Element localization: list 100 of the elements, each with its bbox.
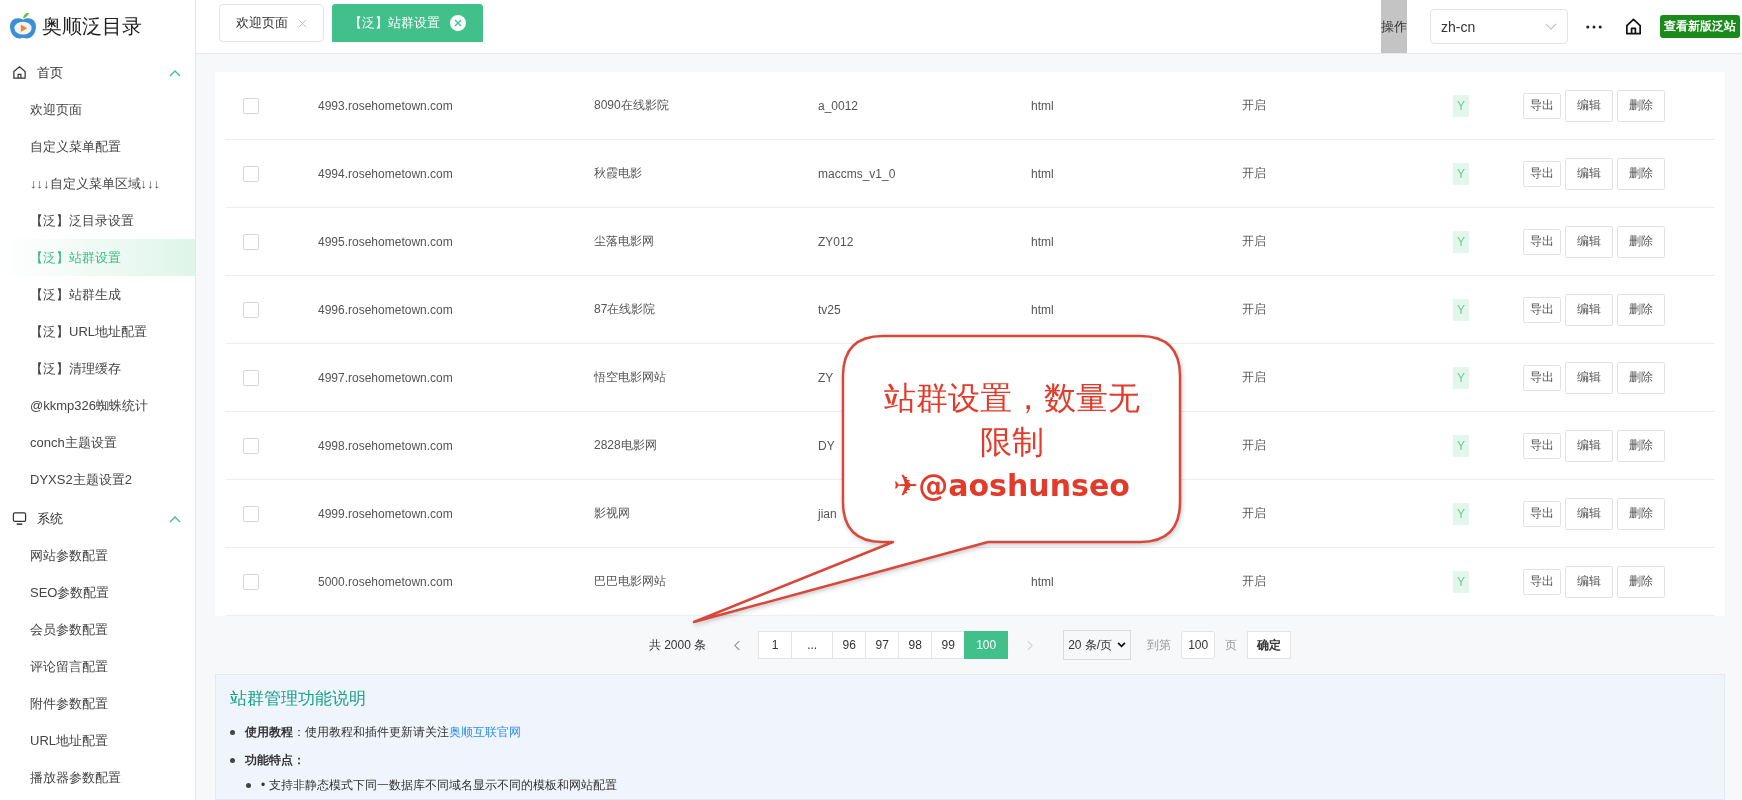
more-icon[interactable]	[1586, 24, 1602, 29]
sidebar-item[interactable]: 欢迎页面	[0, 91, 195, 128]
callout-text: 站群设置，数量无限制	[882, 377, 1141, 463]
status-tag: Y	[1453, 502, 1469, 525]
page-button[interactable]: 99	[931, 631, 966, 659]
action-button[interactable]: 导出	[1523, 160, 1561, 187]
table-cell-text: 开启	[1242, 505, 1267, 522]
home-icon[interactable]	[1624, 17, 1643, 36]
sidebar-item[interactable]: 自定义菜单配置	[0, 128, 195, 165]
action-button[interactable]: 编辑	[1565, 565, 1613, 598]
table-cell-text: 开启	[1242, 165, 1267, 182]
page-button[interactable]: 98	[898, 631, 933, 659]
sidebar-item[interactable]: 会员参数配置	[0, 611, 195, 648]
sidebar-item[interactable]: conch主题设置	[0, 424, 195, 461]
action-button[interactable]: 编辑	[1565, 497, 1613, 530]
sidebar-item[interactable]: SEO参数配置	[0, 574, 195, 611]
previous-page-icon[interactable]	[734, 639, 742, 651]
table-cell-text: 4998.rosehometown.com	[318, 438, 454, 453]
row-checkbox[interactable]	[243, 369, 259, 386]
sidebar-item[interactable]: @kkmp326蜘蛛统计	[0, 387, 195, 424]
action-button[interactable]: 编辑	[1565, 89, 1613, 122]
status-tag: Y	[1453, 434, 1469, 457]
action-button[interactable]: 导出	[1523, 364, 1561, 391]
action-button[interactable]: 删除	[1617, 429, 1665, 462]
caret-icon	[1545, 23, 1557, 30]
sidebar-item[interactable]: 附件参数配置	[0, 685, 195, 722]
page-size-select[interactable]: 20 条/页	[1063, 630, 1132, 660]
table-cell-text: 开启	[1242, 573, 1267, 590]
sidebar-item[interactable]: 【泛】清理缓存	[0, 350, 195, 387]
app-name: 奥顺泛目录	[42, 13, 142, 39]
action-button[interactable]: 删除	[1617, 497, 1665, 530]
table-cell: tv25	[818, 302, 841, 317]
next-page-icon[interactable]	[1026, 639, 1034, 651]
row-checkbox[interactable]	[243, 505, 259, 522]
status-tag: Y	[1453, 162, 1469, 185]
page-tab[interactable]: 欢迎页面	[219, 4, 324, 42]
close-icon[interactable]	[298, 18, 307, 28]
action-button[interactable]: 导出	[1523, 568, 1561, 595]
sidebar-item[interactable]: URL地址配置	[0, 722, 195, 759]
action-button[interactable]: 导出	[1523, 500, 1561, 527]
bullet-icon	[230, 729, 235, 735]
language-select[interactable]: zh-cn	[1430, 9, 1568, 44]
action-button[interactable]: 删除	[1617, 225, 1665, 258]
callout-handle: ✈@aoshunseo	[893, 467, 1130, 503]
action-button[interactable]: 删除	[1617, 565, 1665, 598]
goto-label: 到第	[1147, 636, 1172, 654]
table-cell-text: 4997.rosehometown.com	[318, 370, 454, 385]
table-cell: ZY012	[818, 234, 854, 249]
logo-icon	[8, 11, 38, 41]
page-button[interactable]: 1	[758, 631, 793, 659]
action-button[interactable]: 编辑	[1565, 361, 1613, 394]
sidebar-item[interactable]: 【泛】URL地址配置	[0, 313, 195, 350]
table-cell-text: 4994.rosehometown.com	[318, 166, 454, 181]
home-icon	[12, 65, 27, 80]
action-button[interactable]: 编辑	[1565, 429, 1613, 462]
row-checkbox[interactable]	[243, 97, 259, 114]
action-button[interactable]: 编辑	[1565, 225, 1613, 258]
table-cell-text: 4996.rosehometown.com	[318, 302, 454, 317]
action-button[interactable]: 删除	[1617, 293, 1665, 326]
bullet-icon	[246, 782, 251, 788]
page-button[interactable]: 96	[832, 631, 867, 659]
action-button[interactable]: 编辑	[1565, 157, 1613, 190]
new-version-button[interactable]: 查看新版泛站	[1660, 15, 1740, 38]
row-checkbox[interactable]	[243, 301, 259, 318]
page-button[interactable]: ...	[791, 631, 834, 659]
row-checkbox[interactable]	[243, 573, 259, 590]
row-checkbox[interactable]	[243, 233, 259, 250]
sidebar-item[interactable]: 播放器参数配置	[0, 759, 195, 796]
close-icon[interactable]	[450, 15, 466, 31]
row-checkbox[interactable]	[243, 437, 259, 454]
menu-group[interactable]: 首页	[0, 54, 195, 91]
sidebar-item[interactable]: 【泛】站群生成	[0, 276, 195, 313]
sidebar-item[interactable]: 【泛】泛目录设置	[0, 202, 195, 239]
action-button[interactable]: 导出	[1523, 228, 1561, 255]
menu-group[interactable]: 系统	[0, 500, 195, 537]
status-tag: Y	[1453, 230, 1469, 253]
action-button[interactable]: 导出	[1523, 432, 1561, 459]
action-button[interactable]: 编辑	[1565, 293, 1613, 326]
action-button[interactable]: 删除	[1617, 89, 1665, 122]
action-button[interactable]: 导出	[1523, 92, 1561, 119]
chevron-icon	[169, 514, 181, 523]
table-cell-text: 尘落电影网	[594, 233, 655, 250]
monitor-icon	[12, 511, 27, 526]
action-button[interactable]: 删除	[1617, 361, 1665, 394]
sidebar-item[interactable]: ↓↓↓自定义菜单区域↓↓↓	[0, 165, 195, 202]
sidebar-item[interactable]: 网站参数配置	[0, 537, 195, 574]
sidebar-item[interactable]: 评论留言配置	[0, 648, 195, 685]
status-tag: Y	[1453, 298, 1469, 321]
sidebar-item[interactable]: DYXS2主题设置2	[0, 461, 195, 498]
table-cell-text: 开启	[1242, 97, 1267, 114]
table-cell: html	[1031, 574, 1054, 589]
page-input[interactable]: 100	[1181, 631, 1216, 659]
action-button[interactable]: 删除	[1617, 157, 1665, 190]
table-cell: html	[1031, 234, 1054, 249]
column-header: 操作	[1381, 0, 1407, 53]
row-checkbox[interactable]	[243, 165, 259, 182]
page-button[interactable]: 97	[865, 631, 900, 659]
table-cell-text: 4999.rosehometown.com	[318, 506, 454, 521]
confirm-button[interactable]: 确定	[1247, 631, 1292, 659]
action-button[interactable]: 导出	[1523, 296, 1561, 323]
